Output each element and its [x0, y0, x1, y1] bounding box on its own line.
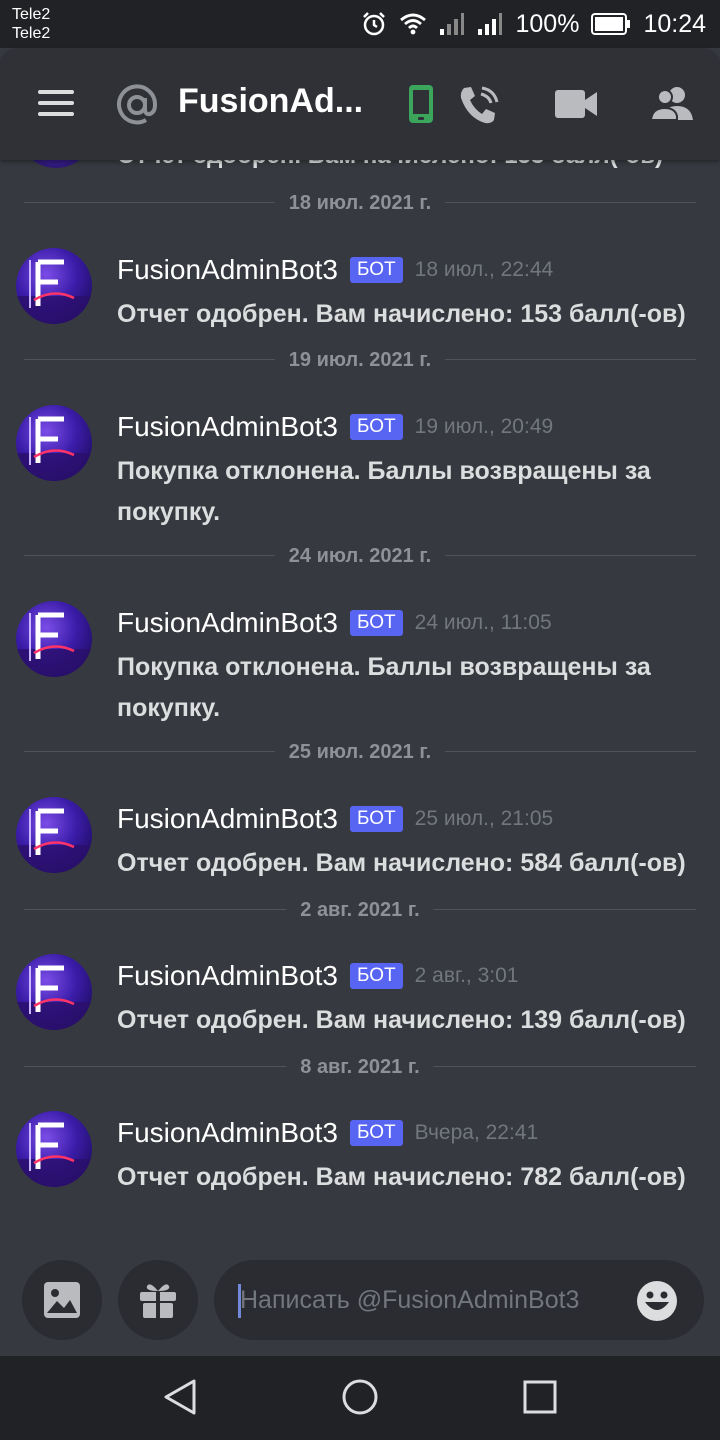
carrier-2: Tele2 [12, 25, 51, 42]
date-divider: 25 июл. 2021 г. [24, 741, 696, 764]
timestamp: 25 июл., 21:05 [414, 807, 554, 830]
author-name[interactable]: FusionAdminBot3 [117, 254, 338, 286]
avatar[interactable] [16, 954, 92, 1030]
avatar [18, 160, 94, 168]
bot-tag: БОТ [350, 257, 403, 283]
system-nav-bar [0, 1356, 720, 1440]
message-composer [0, 1258, 720, 1356]
bot-tag: БОТ [350, 963, 403, 989]
status-bar: Tele2 Tele2 100% 10:24 [0, 0, 720, 48]
message-list[interactable]: Отчет одобрен. Вам начислено: 153 балл(-… [0, 160, 720, 1260]
date-divider: 19 июл. 2021 г. [24, 349, 696, 372]
date-divider: 18 июл. 2021 г. [24, 192, 696, 215]
upload-image-button[interactable] [22, 1260, 102, 1340]
avatar[interactable] [16, 248, 92, 324]
avatar[interactable] [16, 797, 92, 873]
timestamp: 2 авг., 3:01 [414, 964, 519, 987]
carrier-1: Tele2 [12, 6, 51, 23]
home-icon[interactable] [341, 1378, 379, 1416]
video-call-icon[interactable] [554, 88, 598, 120]
clock: 10:24 [643, 9, 706, 38]
message-text: Отчет одобрен. Вам начислено: 153 балл(-… [117, 300, 686, 328]
message-text: Отчет одобрен. Вам начислено: 782 балл(-… [117, 1163, 686, 1191]
channel-title: FusionAd... [178, 82, 364, 120]
bot-tag: БОТ [350, 806, 403, 832]
bot-tag: БОТ [350, 1120, 403, 1146]
author-name[interactable]: FusionAdminBot3 [117, 411, 338, 443]
battery-icon [591, 13, 631, 35]
signal-icon-2 [478, 13, 503, 35]
message-input-box[interactable] [214, 1260, 704, 1340]
mobile-phone-icon [409, 85, 433, 123]
channel-header: FusionAd... [0, 48, 720, 160]
back-icon[interactable] [162, 1378, 198, 1416]
battery-percent: 100% [515, 9, 580, 38]
message-text: Отчет одобрен. Вам начислено: 584 балл(-… [117, 849, 686, 877]
message-text: Покупка отклонена. Баллы возвращены за п… [117, 653, 651, 722]
timestamp: 19 июл., 20:49 [414, 415, 554, 438]
timestamp: 18 июл., 22:44 [414, 258, 554, 281]
message-text: Покупка отклонена. Баллы возвращены за п… [117, 457, 651, 526]
voice-call-icon[interactable] [458, 84, 502, 126]
author-name[interactable]: FusionAdminBot3 [117, 960, 338, 992]
author-name[interactable]: FusionAdminBot3 [117, 607, 338, 639]
image-icon [44, 1282, 80, 1318]
date-divider: 24 июл. 2021 г. [24, 545, 696, 568]
message-input[interactable] [240, 1260, 620, 1340]
avatar[interactable] [16, 1111, 92, 1187]
message-text: Отчет одобрен. Вам начислено: 139 балл(-… [117, 1006, 686, 1034]
bot-tag: БОТ [350, 610, 403, 636]
avatar[interactable] [16, 601, 92, 677]
timestamp: Вчера, 22:41 [414, 1121, 539, 1144]
emoji-icon[interactable] [636, 1280, 678, 1322]
signal-icon-1 [440, 13, 465, 35]
author-name[interactable]: FusionAdminBot3 [117, 803, 338, 835]
author-name[interactable]: FusionAdminBot3 [117, 1117, 338, 1149]
gift-button[interactable] [118, 1260, 198, 1340]
gift-icon [140, 1284, 176, 1318]
date-divider: 2 авг. 2021 г. [24, 899, 696, 922]
bot-tag: БОТ [350, 414, 403, 440]
members-icon[interactable] [650, 86, 694, 122]
at-icon [117, 84, 158, 125]
alarm-icon [363, 12, 386, 36]
carrier-labels: Tele2 Tele2 [12, 5, 50, 43]
avatar[interactable] [16, 405, 92, 481]
menu-icon[interactable] [38, 90, 74, 118]
recents-icon[interactable] [523, 1380, 557, 1414]
timestamp: 24 июл., 11:05 [414, 611, 552, 634]
date-divider: 8 авг. 2021 г. [24, 1056, 696, 1079]
wifi-icon [400, 13, 427, 35]
message-text-partial: Отчет одобрен. Вам начислено: 153 балл(-… [117, 160, 663, 170]
status-icons: 100% 10:24 [361, 0, 706, 48]
